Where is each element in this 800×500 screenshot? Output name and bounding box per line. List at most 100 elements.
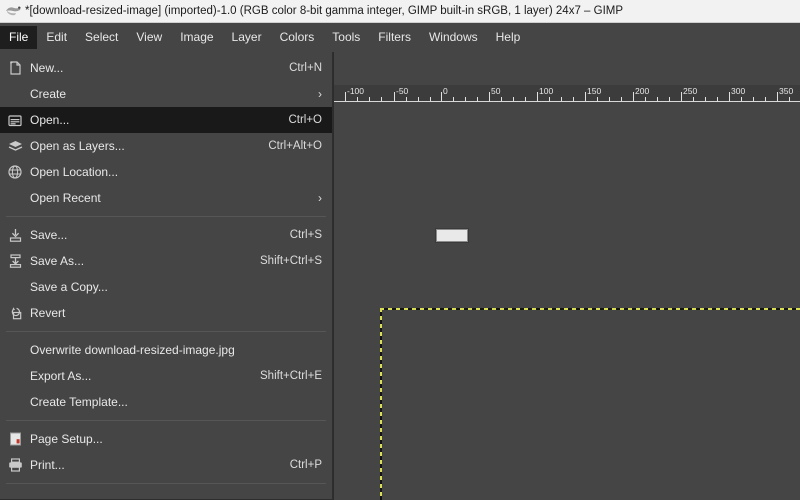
ruler-tick-major <box>537 92 538 101</box>
menu-item-label: Open Recent <box>30 191 101 205</box>
menubar-item-label: File <box>9 30 29 44</box>
file-menu-popup[interactable]: New... Ctrl+N Create › Open... Ctrl+O Open as … <box>0 52 333 500</box>
ruler-tick-minor <box>381 97 382 101</box>
menu-item-label: Overwrite download-resized-image.jpg <box>30 343 235 357</box>
chevron-right-icon: › <box>318 87 322 101</box>
menu-item-print[interactable]: Print... Ctrl+P <box>0 452 332 478</box>
ruler-tick-minor <box>513 97 514 101</box>
gimp-wilber-icon <box>3 2 25 20</box>
menu-item-create[interactable]: Create › <box>0 81 332 107</box>
menu-item-create-template[interactable]: Create Template... <box>0 389 332 415</box>
selection-boundary-left <box>380 308 382 500</box>
menu-separator <box>6 420 326 421</box>
ruler-tick-minor <box>717 97 718 101</box>
ruler-label: 50 <box>491 86 501 96</box>
menu-item-label: Print... <box>30 458 65 472</box>
ruler-tick-minor <box>549 97 550 101</box>
selection-boundary-top <box>380 308 800 310</box>
menubar-item-label: Windows <box>428 30 478 44</box>
ruler-tick-major <box>441 92 442 101</box>
ruler-label: 350 <box>779 86 794 96</box>
chevron-right-icon: › <box>318 191 322 205</box>
canvas-drawing-area[interactable] <box>334 102 800 500</box>
ruler-tick-minor <box>573 97 574 101</box>
ruler-label: 300 <box>731 86 746 96</box>
menu-item-no-icon <box>0 389 30 415</box>
menu-bar: File Edit Select View Image Layer Colors Tools F… <box>0 23 800 52</box>
horizontal-ruler[interactable]: -100 -50 0 50 100 150 200 250 300 350 <box>334 85 800 102</box>
menubar-item-help[interactable]: Help <box>487 26 530 49</box>
menubar-item-colors[interactable]: Colors <box>271 26 324 49</box>
menubar-item-view[interactable]: View <box>127 26 171 49</box>
menu-item-label: Create <box>30 87 67 101</box>
ruler-tick-minor <box>753 97 754 101</box>
ruler-label: -100 <box>347 86 365 96</box>
menu-item-revert[interactable]: Revert <box>0 300 332 326</box>
menubar-item-tools[interactable]: Tools <box>323 26 369 49</box>
menubar-item-image[interactable]: Image <box>171 26 222 49</box>
gimp-window: *[download-resized-image] (imported)-1.0… <box>0 0 800 500</box>
menu-item-label: Open... <box>30 113 70 127</box>
ruler-tick-minor <box>465 97 466 101</box>
menubar-item-file[interactable]: File <box>0 26 38 49</box>
menu-item-label: Revert <box>30 306 66 320</box>
menu-item-new[interactable]: New... Ctrl+N <box>0 55 332 81</box>
save-icon <box>0 222 30 248</box>
menu-item-save-as[interactable]: Save As... Shift+Ctrl+S <box>0 248 332 274</box>
ruler-label: 0 <box>443 86 448 96</box>
menu-item-shortcut: Ctrl+Alt+O <box>268 140 322 152</box>
open-as-layers-icon <box>0 133 30 159</box>
menu-item-open-as-layers[interactable]: Open as Layers... Ctrl+Alt+O <box>0 133 332 159</box>
menu-separator <box>6 331 326 332</box>
menu-item-overwrite-download-resized-image-jpg[interactable]: Overwrite download-resized-image.jpg <box>0 337 332 363</box>
title-bar: *[download-resized-image] (imported)-1.0… <box>0 0 800 23</box>
menubar-item-label: View <box>136 30 163 44</box>
menubar-item-filters[interactable]: Filters <box>369 26 420 49</box>
print-icon <box>0 452 30 478</box>
menu-item-save-a-copy[interactable]: Save a Copy... <box>0 274 332 300</box>
menu-item-no-icon <box>0 337 30 363</box>
menu-item-label: Create Template... <box>30 395 128 409</box>
ruler-tick-minor <box>705 97 706 101</box>
menu-item-page-setup[interactable]: Page Setup... <box>0 426 332 452</box>
canvas-pane: -100 -50 0 50 100 150 200 250 300 350 <box>333 52 800 500</box>
ruler-tick-major <box>777 92 778 101</box>
ruler-label: 200 <box>635 86 650 96</box>
menu-item-open[interactable]: Open... Ctrl+O <box>0 107 332 133</box>
menu-item-shortcut: Ctrl+P <box>289 459 322 471</box>
menu-item-shortcut: Ctrl+N <box>289 62 322 74</box>
ruler-tick-minor <box>430 97 431 101</box>
menu-item-export-as[interactable]: Export As... Shift+Ctrl+E <box>0 363 332 389</box>
ruler-tick-minor <box>609 97 610 101</box>
image-layer-content[interactable] <box>436 229 468 242</box>
ruler-label: 150 <box>587 86 602 96</box>
menu-item-no-icon <box>0 274 30 300</box>
menu-item-open-location[interactable]: Open Location... <box>0 159 332 185</box>
ruler-tick-major <box>345 92 346 101</box>
ruler-tick-major <box>633 92 634 101</box>
ruler-tick-minor <box>418 97 419 101</box>
ruler-label: 250 <box>683 86 698 96</box>
ruler-label: -50 <box>396 86 409 96</box>
ruler-tick-minor <box>453 97 454 101</box>
menu-item-save[interactable]: Save... Ctrl+S <box>0 222 332 248</box>
menu-separator <box>6 483 326 484</box>
menubar-item-label: Image <box>180 30 214 44</box>
menubar-item-windows[interactable]: Windows <box>420 26 487 49</box>
menu-item-open-recent[interactable]: Open Recent › <box>0 185 332 211</box>
menu-item-no-icon <box>0 363 30 389</box>
menu-item-label: Page Setup... <box>30 432 103 446</box>
new-file-icon <box>0 55 30 81</box>
ruler-tick-minor <box>501 97 502 101</box>
menubar-item-edit[interactable]: Edit <box>37 26 76 49</box>
menubar-item-label: Filters <box>378 30 411 44</box>
menu-item-shortcut: Ctrl+S <box>289 229 322 241</box>
menubar-item-select[interactable]: Select <box>76 26 127 49</box>
ruler-tick-minor <box>525 97 526 101</box>
menu-item-label: Export As... <box>30 369 92 383</box>
menubar-item-layer[interactable]: Layer <box>223 26 271 49</box>
menu-item-label: Open as Layers... <box>30 139 125 153</box>
menu-item-shortcut: Shift+Ctrl+S <box>260 255 322 267</box>
ruler-tick-minor <box>765 97 766 101</box>
ruler-tick-minor <box>645 97 646 101</box>
